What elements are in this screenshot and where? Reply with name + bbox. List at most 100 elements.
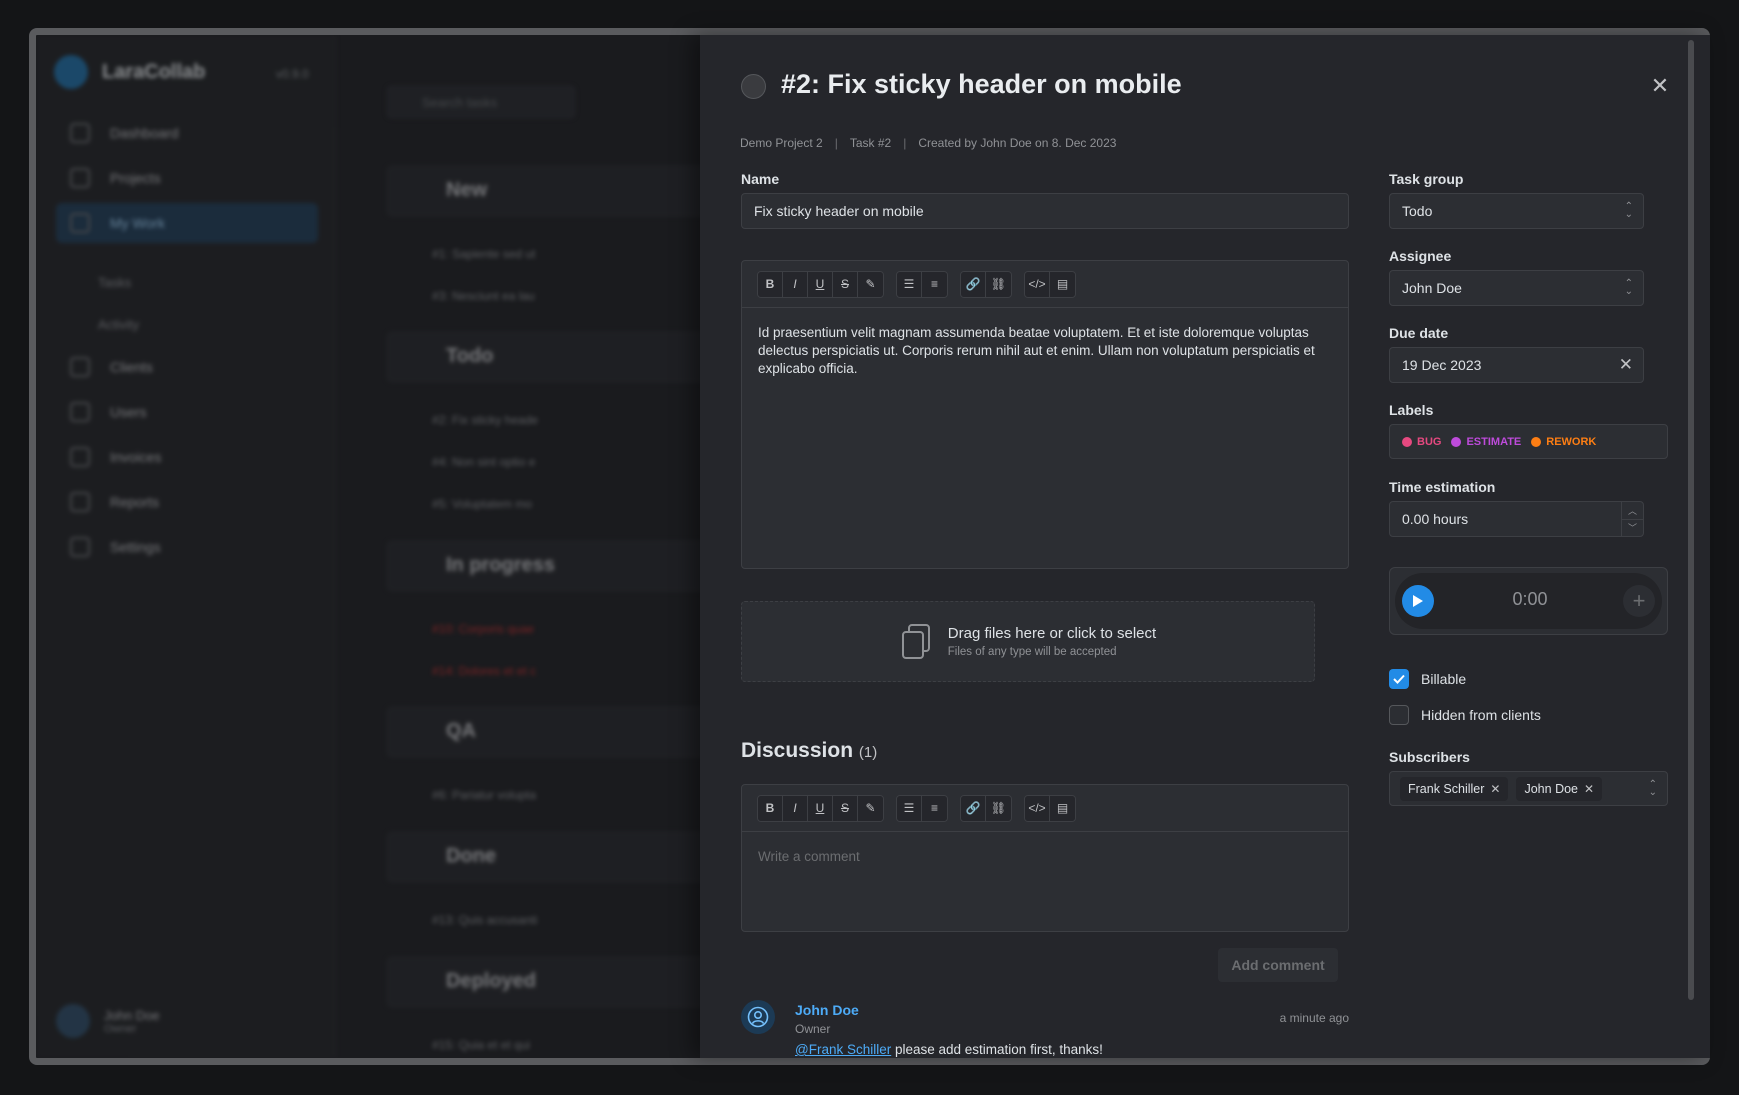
labels-select[interactable]: BUG ESTIMATE REWORK <box>1389 424 1668 459</box>
nav-clients[interactable]: Clients <box>56 347 318 387</box>
list-item[interactable]: #10: Corporis quae <box>432 622 534 636</box>
description-editor: B I U S ✎ ☰ ≡ 🔗 ⛓ </> ▤ Id praesentium v… <box>741 260 1349 569</box>
code-icon[interactable]: </> <box>1025 795 1050 821</box>
subscriber-name: Frank Schiller <box>1408 781 1485 796</box>
link-icon[interactable]: 🔗 <box>961 271 986 297</box>
remove-icon[interactable]: ✕ <box>1490 782 1500 796</box>
plus-icon[interactable]: + <box>1623 585 1655 617</box>
code-block-icon[interactable]: ▤ <box>1050 271 1075 297</box>
italic-icon[interactable]: I <box>783 271 808 297</box>
task-group-select[interactable]: Todo ⌃ ⌄ <box>1389 193 1644 229</box>
assignee-label: Assignee <box>1389 248 1452 264</box>
decrement-icon[interactable]: ﹀ <box>1622 520 1643 537</box>
list-item[interactable]: #14: Dolores et et c <box>432 664 536 678</box>
time-estimation-label: Time estimation <box>1389 479 1496 495</box>
bullet-list-icon[interactable]: ☰ <box>897 795 922 821</box>
file-dropzone[interactable]: Drag files here or click to select Files… <box>741 601 1315 682</box>
separator: | <box>903 136 907 150</box>
search-input[interactable]: Search tasks <box>386 85 576 119</box>
clear-date-icon[interactable]: ✕ <box>1619 355 1633 375</box>
list-item[interactable]: #6: Pariatur volupta <box>432 788 536 802</box>
app-name: LaraCollab <box>102 60 206 83</box>
list-item[interactable]: #3: Nesciunt ea lau <box>432 289 535 303</box>
clear-formatting-icon[interactable]: ✎ <box>858 271 883 297</box>
subscribers-select[interactable]: Frank Schiller ✕ John Doe ✕ ⌃ ⌄ <box>1389 771 1668 806</box>
comment-editor: B I U S ✎ ☰ ≡ 🔗 ⛓ </> ▤ Write a comment <box>741 784 1349 932</box>
hidden-from-clients-checkbox[interactable] <box>1389 705 1409 725</box>
billable-checkbox[interactable] <box>1389 669 1409 689</box>
nav-my-work[interactable]: My Work <box>56 203 318 243</box>
list-group: ☰ ≡ <box>896 270 948 298</box>
nav-users[interactable]: Users <box>56 392 318 432</box>
comment-role: Owner <box>795 1022 831 1036</box>
remove-icon[interactable]: ✕ <box>1584 782 1594 796</box>
link-icon[interactable]: 🔗 <box>961 795 986 821</box>
meta-created: Created by John Doe on 8. Dec 2023 <box>918 136 1117 150</box>
bullet-list-icon[interactable]: ☰ <box>897 271 922 297</box>
nav-settings[interactable]: Settings <box>56 527 318 567</box>
projects-icon <box>70 168 90 188</box>
strikethrough-icon[interactable]: S <box>833 271 858 297</box>
label-color-dot <box>1402 436 1412 447</box>
list-item[interactable]: #4: Non sint optio e <box>432 455 535 469</box>
code-icon[interactable]: </> <box>1025 271 1050 297</box>
format-group: B I U S ✎ <box>757 270 884 298</box>
current-user[interactable]: John Doe Owner <box>56 1004 160 1038</box>
ordered-list-icon[interactable]: ≡ <box>922 271 947 297</box>
nav-label: Projects <box>110 170 161 186</box>
app-sidebar: LaraCollab v0.9.0 Dashboard Projects My … <box>36 35 336 1058</box>
italic-icon[interactable]: I <box>783 795 808 821</box>
name-input[interactable]: Fix sticky header on mobile <box>741 193 1349 229</box>
comment-body: @Frank Schiller please add estimation fi… <box>795 1042 1103 1057</box>
code-block-icon[interactable]: ▤ <box>1050 795 1075 821</box>
comment-input[interactable]: Write a comment <box>742 832 1348 882</box>
subnav-tasks[interactable]: Tasks <box>98 275 131 290</box>
ordered-list-icon[interactable]: ≡ <box>922 795 947 821</box>
hidden-from-clients-label[interactable]: Hidden from clients <box>1421 707 1541 723</box>
nav-projects[interactable]: Projects <box>56 158 318 198</box>
task-board: Search tasks New #1: Sapiente sed ut #3:… <box>346 35 726 1058</box>
code-group: </> ▤ <box>1024 270 1076 298</box>
list-item[interactable]: #1: Sapiente sed ut <box>432 247 535 261</box>
editor-toolbar: B I U S ✎ ☰ ≡ 🔗 ⛓ </> ▤ <box>742 261 1348 308</box>
underline-icon[interactable]: U <box>808 795 833 821</box>
time-estimation-input[interactable]: 0.00 hours ︿ ﹀ <box>1389 501 1644 537</box>
description-text[interactable]: Id praesentium velit magnam assumenda be… <box>742 308 1348 394</box>
due-date-label: Due date <box>1389 325 1449 341</box>
mention-link[interactable]: @Frank Schiller <box>795 1042 891 1057</box>
name-label: Name <box>741 171 780 187</box>
nav-label: My Work <box>110 215 165 231</box>
meta-project[interactable]: Demo Project 2 <box>740 136 823 150</box>
list-item[interactable]: #13: Quis accusanti <box>432 913 537 927</box>
nav-dashboard[interactable]: Dashboard <box>56 113 318 153</box>
bold-icon[interactable]: B <box>758 795 783 821</box>
list-item[interactable]: #5: Voluptatem mo <box>432 497 532 511</box>
assignee-value: John Doe <box>1402 280 1462 296</box>
scrollbar[interactable] <box>1688 40 1694 1000</box>
strikethrough-icon[interactable]: S <box>833 795 858 821</box>
nav-label: Users <box>110 404 147 420</box>
list-item[interactable]: #15: Quia et et qui <box>432 1038 530 1052</box>
add-comment-button[interactable]: Add comment <box>1218 948 1338 982</box>
increment-icon[interactable]: ︿ <box>1622 502 1643 520</box>
due-date-input[interactable]: 19 Dec 2023 ✕ <box>1389 347 1644 383</box>
billable-label[interactable]: Billable <box>1421 671 1466 687</box>
task-complete-toggle[interactable] <box>741 74 766 99</box>
subnav-activity[interactable]: Activity <box>98 317 139 332</box>
play-icon[interactable] <box>1402 585 1434 617</box>
underline-icon[interactable]: U <box>808 271 833 297</box>
unlink-icon[interactable]: ⛓ <box>986 271 1011 297</box>
clear-formatting-icon[interactable]: ✎ <box>858 795 883 821</box>
nav-reports[interactable]: Reports <box>56 482 318 522</box>
list-item[interactable]: #2: Fix sticky heade <box>432 413 538 427</box>
nav-invoices[interactable]: Invoices <box>56 437 318 477</box>
comment-author[interactable]: John Doe <box>795 1002 859 1018</box>
avatar <box>741 1000 775 1034</box>
subscriber-name: John Doe <box>1524 781 1578 796</box>
assignee-select[interactable]: John Doe ⌃ ⌄ <box>1389 270 1644 306</box>
settings-icon <box>70 537 90 557</box>
task-group-header: Todo <box>386 331 726 383</box>
close-icon[interactable]: ✕ <box>1648 74 1672 98</box>
bold-icon[interactable]: B <box>758 271 783 297</box>
unlink-icon[interactable]: ⛓ <box>986 795 1011 821</box>
